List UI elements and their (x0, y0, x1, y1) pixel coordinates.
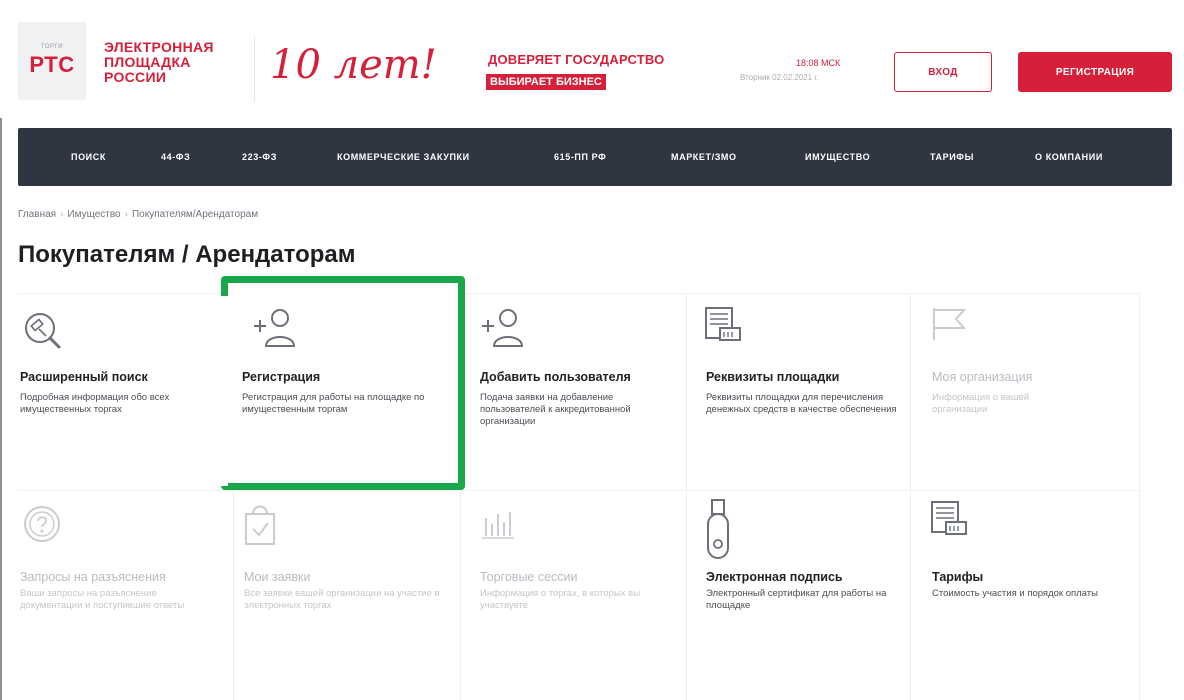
card-my-organization[interactable]: Моя организация Информация о вашей орган… (930, 296, 1134, 486)
breadcrumb-separator: › (60, 209, 64, 220)
site-header: ТОРГИ РТС ЭЛЕКТРОННАЯ ПЛОЩАДКА РОССИИ 10… (0, 0, 1184, 118)
breadcrumb-current: Покупателям/Арендаторам (131, 209, 259, 220)
card-description: Информация о торгах, в которых вы участв… (480, 588, 641, 611)
flag-icon (930, 304, 970, 349)
nav-item-615pp[interactable]: 615-ПП РФ (554, 152, 606, 162)
usb-token-icon (704, 498, 734, 569)
card-title: Тарифы (932, 570, 984, 584)
slogan-line-1: ДОВЕРЯЕТ ГОСУДАРСТВО (488, 52, 665, 67)
slogan-line-2: ВЫБИРАЕТ БИЗНЕС (486, 74, 606, 90)
card-description: Регистрация для работы на площадке по им… (242, 392, 425, 415)
logo-small-text: ТОРГИ (40, 44, 64, 50)
card-title: Мои заявки (244, 570, 311, 584)
card-description: Электронный сертификат для работы на пло… (706, 588, 887, 611)
shopping-bag-check-icon (242, 500, 282, 551)
card-title: Добавить пользователя (480, 370, 631, 384)
grid-line (18, 490, 1140, 491)
card-title: Торговые сессии (480, 570, 578, 584)
card-description: Подробная информация обо всех имуществен… (20, 392, 170, 415)
card-tariffs[interactable]: Тарифы Стоимость участия и порядок оплат… (930, 496, 1134, 696)
logo-main-text: РТС (29, 52, 75, 77)
grid-line (910, 293, 911, 700)
nav-item-about[interactable]: О КОМПАНИИ (1035, 152, 1103, 162)
card-title: Запросы на разъяснения (20, 570, 166, 584)
card-registration[interactable]: Регистрация Регистрация для работы на пл… (238, 296, 454, 478)
grid-line (1139, 293, 1140, 700)
grid-line (18, 293, 1140, 294)
search-hammer-icon (22, 310, 62, 355)
card-description: Информация о вашей организации (932, 392, 1030, 415)
card-platform-details[interactable]: Реквизиты площадки Реквизиты площадки дл… (704, 296, 908, 486)
nav-item-44fz[interactable]: 44-ФЗ (161, 152, 190, 162)
grid-line (233, 490, 234, 700)
add-user-icon (252, 306, 298, 353)
register-button[interactable]: РЕГИСТРАЦИЯ (1018, 52, 1172, 92)
logo-caption-line: ЭЛЕКТРОННАЯ (104, 39, 214, 55)
card-description: Подача заявки на добавление пользователе… (480, 392, 631, 427)
card-electronic-signature[interactable]: Электронная подпись Электронный сертифик… (704, 496, 908, 696)
card-trading-sessions[interactable]: Торговые сессии Информация о торгах, в к… (478, 496, 682, 696)
server-date: Вторник 02.02.2021 г. (740, 73, 819, 82)
nav-item-property[interactable]: ИМУЩЕСТВО (805, 152, 870, 162)
breadcrumb-property[interactable]: Имущество (67, 209, 120, 220)
card-title: Электронная подпись (706, 570, 843, 584)
nav-item-market[interactable]: МАРКЕТ/ЗМО (671, 152, 737, 162)
add-user-icon (480, 306, 526, 353)
header-divider (254, 36, 255, 102)
card-title: Регистрация (242, 370, 321, 384)
document-card-icon (930, 498, 970, 543)
card-add-user[interactable]: Добавить пользователя Подача заявки на д… (478, 296, 682, 486)
question-icon (22, 504, 62, 549)
card-title: Реквизиты площадки (706, 370, 840, 384)
document-card-icon (704, 304, 744, 349)
card-description: Все заявки вашей организации на участие … (244, 588, 440, 611)
card-title: Расширенный поиск (20, 370, 148, 384)
logo-caption: ЭЛЕКТРОННАЯ ПЛОЩАДКА РОССИИ (104, 40, 244, 85)
bar-chart-icon (478, 504, 518, 549)
card-title: Моя организация (932, 370, 1033, 384)
card-advanced-search[interactable]: Расширенный поиск Подробная информация о… (18, 296, 228, 486)
nav-item-commercial[interactable]: КОММЕРЧЕСКИЕ ЗАКУПКИ (337, 152, 470, 162)
main-nav: ПОИСК 44-ФЗ 223-ФЗ КОММЕРЧЕСКИЕ ЗАКУПКИ … (18, 128, 1172, 186)
card-description: Стоимость участия и порядок оплаты (932, 588, 1098, 599)
server-time: 18:08 МСК (796, 58, 841, 68)
logo-caption-line: РОССИИ (104, 69, 167, 85)
card-my-applications[interactable]: Мои заявки Все заявки вашей организации … (242, 496, 456, 696)
breadcrumb-home[interactable]: Главная (18, 209, 56, 220)
logo-caption-line: ПЛОЩАДКА (104, 54, 191, 70)
nav-item-tariffs[interactable]: ТАРИФЫ (930, 152, 974, 162)
rts-logo[interactable]: ТОРГИ РТС (18, 22, 86, 100)
page-title: Покупателям / Арендаторам (18, 241, 356, 268)
nav-item-search[interactable]: ПОИСК (71, 152, 106, 162)
breadcrumb: Главная › Имущество › Покупателям/Арендатора… (18, 209, 258, 220)
card-description: Реквизиты площадки для перечисления дене… (706, 392, 897, 415)
card-clarification-requests[interactable]: Запросы на разъяснения Ваши запросы на р… (18, 496, 228, 696)
breadcrumb-separator: › (124, 209, 128, 220)
card-description: Ваши запросы на разъяснение документации… (20, 588, 185, 611)
anniversary-banner: 10 лет! (270, 42, 437, 88)
login-button[interactable]: ВХОД (894, 52, 992, 92)
grid-line (686, 293, 687, 700)
nav-item-223fz[interactable]: 223-ФЗ (242, 152, 277, 162)
